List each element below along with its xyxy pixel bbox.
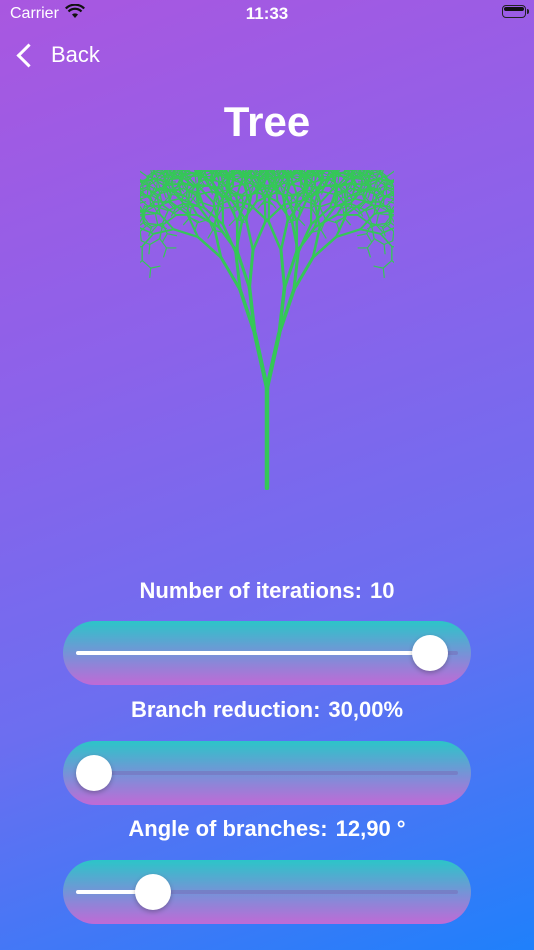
control-label: Angle of branches: 12,90 ° [0, 816, 534, 842]
tree-branch [207, 229, 214, 239]
tree-branch [217, 225, 239, 254]
tree-branch [343, 192, 348, 215]
control-value: 12,90 ° [335, 816, 406, 841]
tree-branch [140, 170, 148, 178]
tree-branch [382, 259, 393, 269]
slider-thumb[interactable] [411, 635, 448, 671]
tree-branch [182, 217, 191, 226]
tree-branch [161, 233, 168, 243]
tree-branch [366, 247, 371, 258]
back-label: Back [51, 42, 100, 67]
tree-branch [148, 243, 151, 255]
tree-branch [141, 233, 155, 248]
tree-branch [267, 220, 283, 252]
control-label-text: Angle of branches: [128, 816, 328, 841]
tree-branch [189, 207, 192, 218]
tree-branch [149, 267, 152, 279]
control-value: 10 [369, 578, 395, 603]
tree-branch [320, 229, 327, 239]
tree-branch [264, 331, 282, 391]
tree-branch [141, 259, 152, 269]
slider[interactable] [63, 741, 471, 805]
slider-thumb[interactable] [76, 755, 112, 791]
slider-rail [76, 771, 458, 775]
tree-branch [163, 247, 168, 258]
tree-branch [279, 248, 287, 290]
tree-branch [392, 230, 394, 242]
tree-branch [269, 200, 277, 209]
fractal-tree [140, 170, 394, 490]
tree-branch [391, 259, 394, 264]
tree-branch [366, 233, 373, 243]
tree-branch [375, 213, 380, 226]
tree-branch [228, 217, 237, 226]
tree-branch [279, 218, 290, 252]
tree-branch [140, 189, 142, 200]
tree-branch [152, 228, 175, 235]
tree-branch [154, 213, 159, 226]
tree-branch [143, 213, 156, 216]
slider[interactable] [63, 621, 471, 685]
chevron-left-icon [16, 42, 41, 68]
tree-branch [195, 192, 198, 204]
tree-branch [357, 233, 368, 237]
tree-branch [251, 220, 267, 252]
tree-branch [310, 185, 313, 197]
status-bar: Carrier 11:33 [0, 0, 534, 28]
slider-fill [76, 651, 430, 655]
tree-branch [166, 233, 178, 237]
tree-branch [378, 213, 391, 216]
slider-thumb[interactable] [134, 874, 171, 910]
page-title: Tree [223, 98, 311, 145]
tree-branch [149, 238, 161, 246]
tree-branch [140, 259, 143, 264]
tree-branch [373, 238, 385, 246]
tree-branch [297, 217, 306, 226]
tree-branch [386, 170, 394, 178]
tree-branch [252, 331, 270, 391]
control-label: Number of iterations: 10 [0, 578, 534, 604]
battery-icon [502, 5, 529, 18]
control-value: 30,00% [328, 697, 404, 722]
tree-branch [359, 228, 382, 235]
tree-branch [140, 240, 151, 246]
tree-branch [244, 218, 255, 252]
tree-branch [382, 267, 385, 279]
slider[interactable] [63, 860, 471, 924]
control-label: Branch reduction: 30,00% [0, 697, 534, 723]
tree-branch [150, 265, 161, 269]
tree-branch [140, 230, 142, 242]
control-label-text: Number of iterations: [139, 578, 362, 603]
tree-branch [379, 233, 393, 248]
back-button[interactable]: Back [14, 40, 100, 70]
control-label-text: Branch reduction: [130, 697, 321, 722]
tree-branch [383, 243, 386, 255]
status-time: 11:33 [245, 4, 289, 23]
tree-branch [296, 223, 313, 254]
tree-branch [247, 248, 255, 290]
tree-branch [241, 173, 244, 184]
tree-branch [373, 265, 384, 269]
